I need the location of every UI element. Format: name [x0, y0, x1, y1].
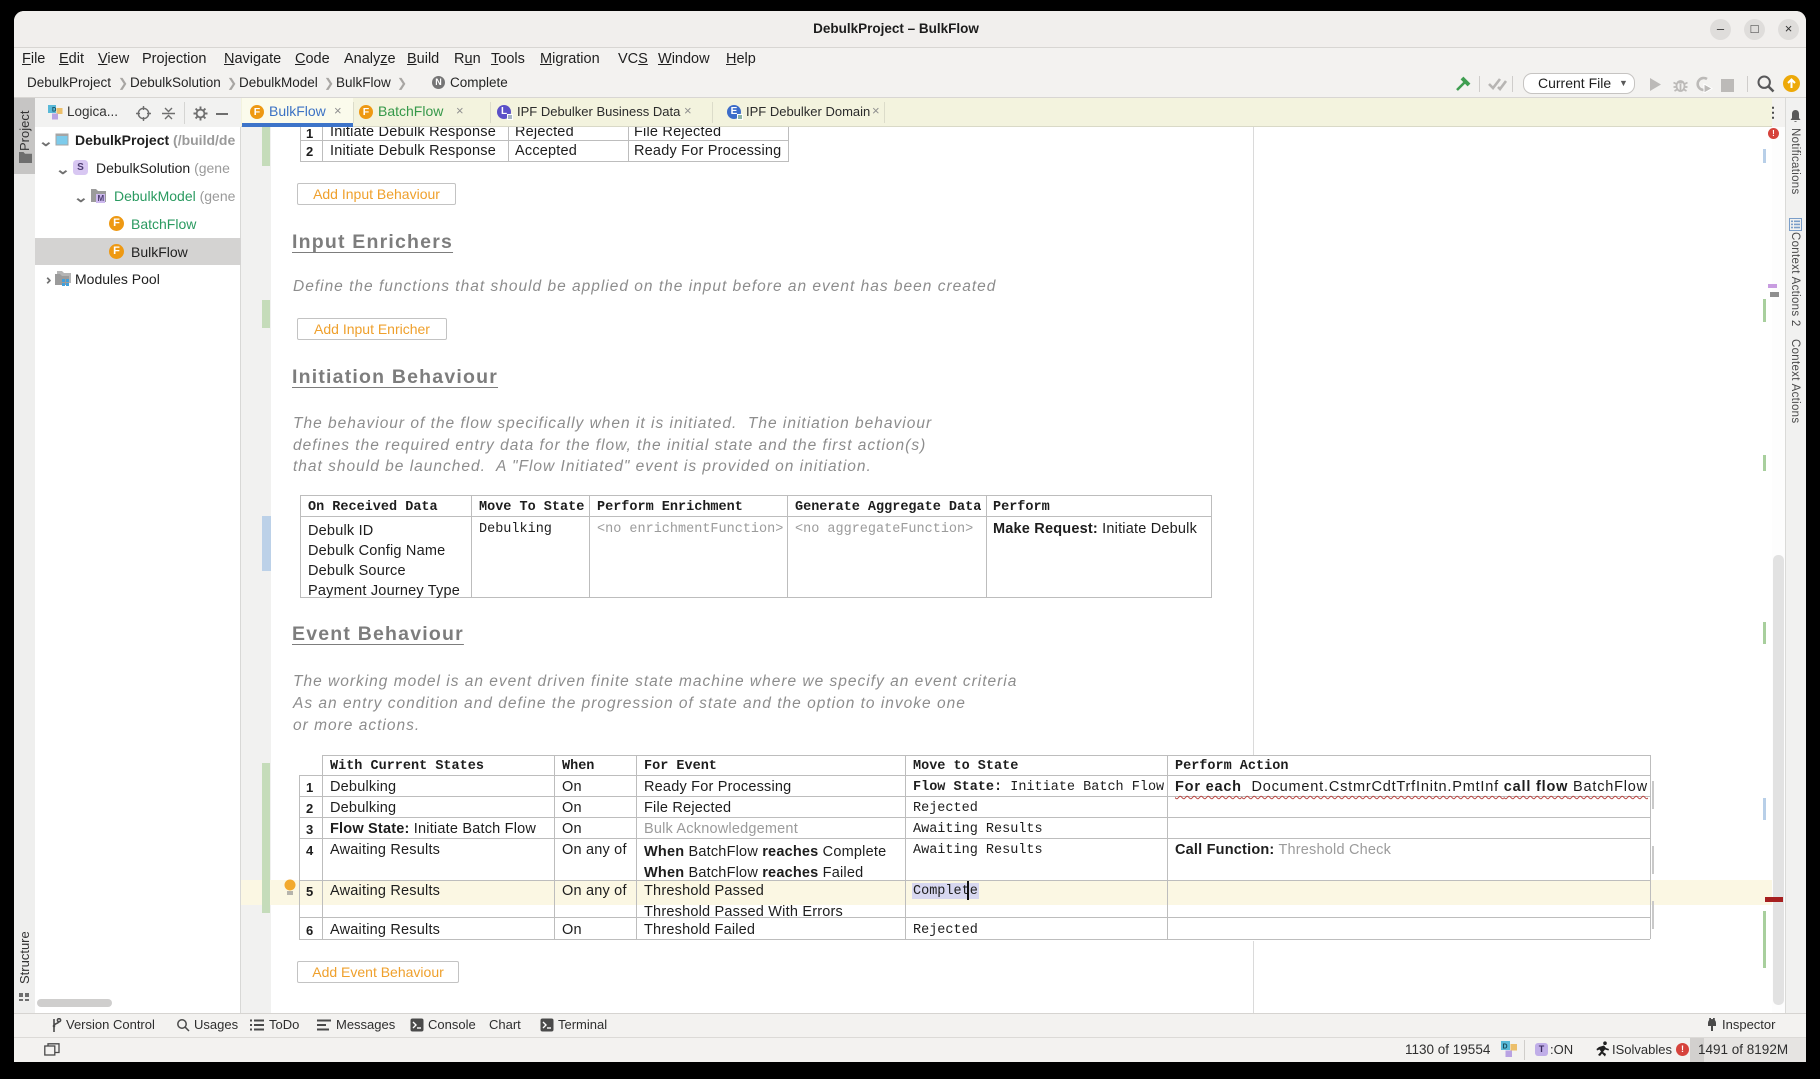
svg-text:M: M	[98, 194, 105, 203]
svg-text:D: D	[1503, 1044, 1508, 1051]
svg-text:D: D	[52, 108, 57, 114]
